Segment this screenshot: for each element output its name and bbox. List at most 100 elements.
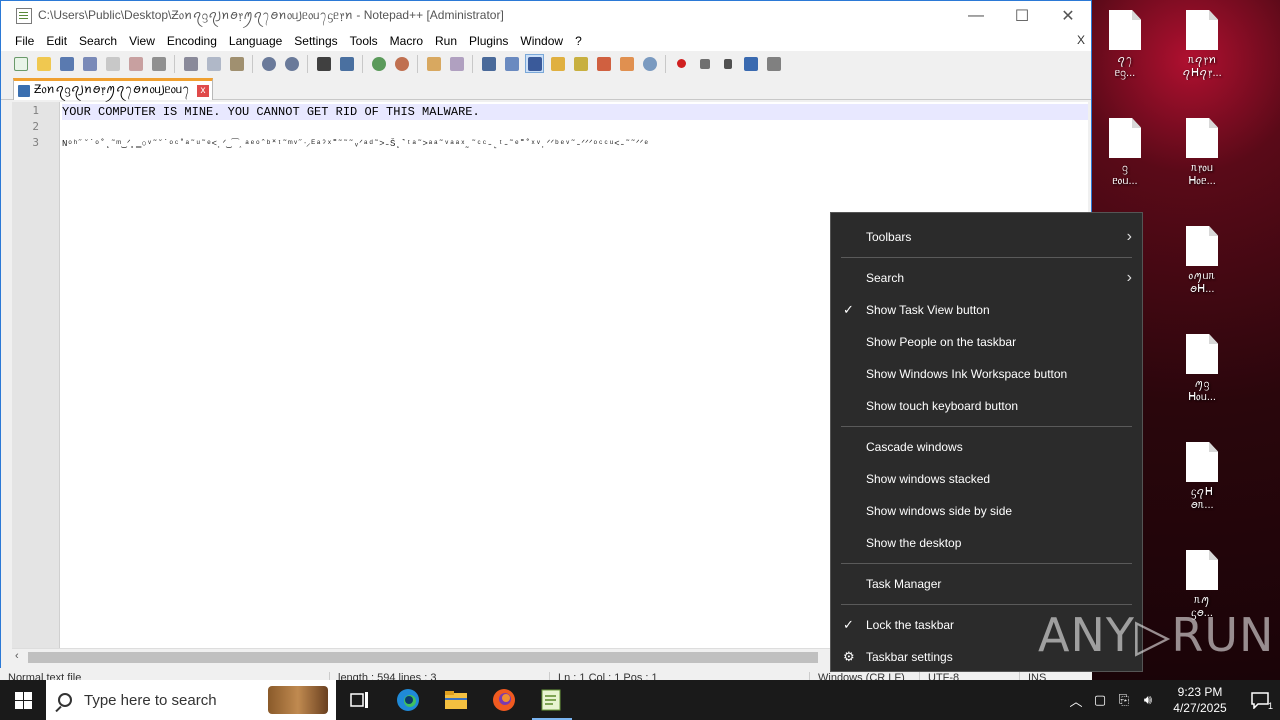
close-all-icon[interactable]: [126, 54, 145, 73]
desktop-icon-label: ᥱᦋ...: [1114, 67, 1136, 79]
editor-line[interactable]: Nᵒʰ˝˘˙ᵒ˚˛˜ᵐ‿ᐟ˳‗○ᵛ˜˘˙ᵒᶜ˚ᵃ˜ᵘ˜ᵉ˂˱ᐟ‿⁀˰ᵃᵉᵒˆᵇ˟…: [62, 136, 1088, 152]
cut-icon[interactable]: [181, 54, 200, 73]
menu-item-label: Cascade windows: [866, 440, 963, 454]
desktop-file-icon[interactable]: ᥰꪖ᥅ꪀ ꪖᕼꪖ᥅...: [1167, 0, 1237, 100]
desktop-icon-label: ᦓꪖᕼ: [1190, 486, 1214, 498]
close-document-button[interactable]: X: [1077, 33, 1085, 47]
menu-language[interactable]: Language: [223, 34, 288, 48]
notification-center-button[interactable]: 1: [1240, 680, 1280, 720]
zoom-in-icon[interactable]: [369, 54, 388, 73]
menu-item-show-people[interactable]: Show People on the taskbar: [831, 329, 1142, 355]
menu-item-windows-side-by-side[interactable]: Show windows side by side: [831, 498, 1142, 524]
maximize-button[interactable]: ☐: [999, 1, 1045, 31]
notepad-plus-plus-taskbar-button[interactable]: [528, 680, 576, 720]
save-macro-icon[interactable]: [764, 54, 783, 73]
menu-view[interactable]: View: [123, 34, 161, 48]
function-list-icon[interactable]: [594, 54, 613, 73]
folder-workspace-icon[interactable]: [617, 54, 636, 73]
editor-line[interactable]: [62, 120, 1088, 136]
close-file-icon[interactable]: [103, 54, 122, 73]
start-button[interactable]: [0, 680, 46, 720]
stop-macro-icon[interactable]: [695, 54, 714, 73]
tab-close-icon[interactable]: x: [197, 84, 209, 97]
sync-vertical-icon[interactable]: [424, 54, 443, 73]
redo-icon[interactable]: [282, 54, 301, 73]
menu-item-windows-stacked[interactable]: Show windows stacked: [831, 466, 1142, 492]
desktop-file-icon[interactable]: ᥆ꪑᥙᥰ ꪮᕼ...: [1167, 216, 1237, 316]
menu-item-show-touch-keyboard[interactable]: Show touch keyboard button: [831, 393, 1142, 419]
chevron-up-icon[interactable]: ︿: [1064, 680, 1088, 720]
editor-line[interactable]: YOUR COMPUTER IS MINE. YOU CANNOT GET RI…: [62, 104, 1088, 120]
menu-edit[interactable]: Edit: [40, 34, 73, 48]
paste-icon[interactable]: [227, 54, 246, 73]
open-file-icon[interactable]: [34, 54, 53, 73]
copy-icon[interactable]: [204, 54, 223, 73]
menu-file[interactable]: File: [9, 34, 40, 48]
undo-icon[interactable]: [259, 54, 278, 73]
word-wrap-icon[interactable]: [479, 54, 498, 73]
menu-item-task-manager[interactable]: Task Manager: [831, 571, 1142, 597]
sync-horizontal-icon[interactable]: [447, 54, 466, 73]
firefox-taskbar-button[interactable]: [480, 680, 528, 720]
toolbar-separator: [665, 54, 666, 73]
menu-item-cascade-windows[interactable]: Cascade windows: [831, 434, 1142, 460]
desktop-icon-label: ᥰ᥅᥆ᥙ: [1190, 162, 1214, 174]
close-button[interactable]: ✕: [1045, 1, 1091, 31]
print-icon[interactable]: [149, 54, 168, 73]
scrollbar-thumb[interactable]: [28, 652, 818, 663]
desktop-icon-label: ᥰꪖ᥅ꪀ: [1187, 54, 1216, 66]
menu-encoding[interactable]: Encoding: [161, 34, 223, 48]
minimize-button[interactable]: —: [953, 1, 999, 31]
desktop-file-icon[interactable]: ᦓꪖᕼ ꪮᥰ...: [1167, 432, 1237, 532]
new-file-icon[interactable]: [11, 54, 30, 73]
menu-item-search[interactable]: Search ›: [831, 265, 1142, 291]
taskbar-search-box[interactable]: Type here to search: [46, 680, 336, 720]
toolbar-separator: [362, 54, 363, 73]
task-view-button[interactable]: [336, 680, 384, 720]
scroll-left-arrow-icon[interactable]: ‹: [15, 650, 19, 662]
play-macro-icon[interactable]: [718, 54, 737, 73]
monitoring-icon[interactable]: [640, 54, 659, 73]
menu-plugins[interactable]: Plugins: [463, 34, 514, 48]
menu-item-toolbars[interactable]: Toolbars ›: [831, 224, 1142, 250]
menu-run[interactable]: Run: [429, 34, 463, 48]
document-icon: [1109, 118, 1141, 158]
desktop-file-icon[interactable]: ꪖ᭢ ᥱᦋ...: [1090, 0, 1160, 100]
document-icon: [1186, 10, 1218, 50]
menu-item-label: Show touch keyboard button: [866, 399, 1019, 413]
volume-icon[interactable]: 🔊︎: [1136, 680, 1160, 720]
show-all-chars-icon[interactable]: [502, 54, 521, 73]
run-macro-multiple-icon[interactable]: [741, 54, 760, 73]
indent-guide-icon[interactable]: [525, 54, 544, 73]
save-all-icon[interactable]: [80, 54, 99, 73]
toolbar-separator: [417, 54, 418, 73]
desktop-file-icon[interactable]: ꪑᦋ ᕼ᥆ᥙ...: [1167, 324, 1237, 424]
menu-settings[interactable]: Settings: [288, 34, 343, 48]
file-explorer-taskbar-button[interactable]: [432, 680, 480, 720]
menu-macro[interactable]: Macro: [384, 34, 429, 48]
menu-help[interactable]: ?: [569, 34, 588, 48]
desktop-file-icon[interactable]: ᥰ᥅᥆ᥙ ᕼ᥆ᥱ...: [1167, 108, 1237, 208]
udl-icon[interactable]: [548, 54, 567, 73]
network-icon[interactable]: ⎘: [1112, 680, 1136, 720]
save-icon[interactable]: [57, 54, 76, 73]
clock[interactable]: 9:23 PM 4/27/2025: [1160, 684, 1240, 716]
document-tab[interactable]: Ƶ᥆ꪀꪖᦋꪖ꠸ꪀꪮ᥅ꪑꪖ᭢ꪮꪀ᥆ᥙ꠸ᥱ᥆ᥙ᭢ x: [13, 78, 213, 100]
menu-tools[interactable]: Tools: [344, 34, 384, 48]
replace-icon[interactable]: [337, 54, 356, 73]
meet-now-icon[interactable]: ▢: [1088, 680, 1112, 720]
edge-taskbar-button[interactable]: [384, 680, 432, 720]
toolbar-separator: [174, 54, 175, 73]
find-icon[interactable]: [314, 54, 333, 73]
doc-map-icon[interactable]: [571, 54, 590, 73]
menu-window[interactable]: Window: [514, 34, 569, 48]
zoom-out-icon[interactable]: [392, 54, 411, 73]
menu-item-show-ink-workspace[interactable]: Show Windows Ink Workspace button: [831, 361, 1142, 387]
menu-item-show-task-view[interactable]: ✓ Show Task View button: [831, 297, 1142, 323]
record-macro-icon[interactable]: [672, 54, 691, 73]
menu-separator: [841, 604, 1132, 605]
menu-item-show-desktop[interactable]: Show the desktop: [831, 530, 1142, 556]
menu-bar: File Edit Search View Encoding Language …: [1, 31, 1091, 51]
menu-search[interactable]: Search: [73, 34, 123, 48]
desktop-file-icon[interactable]: ᦋ ᥱ᥆ᥙ...: [1090, 108, 1160, 208]
